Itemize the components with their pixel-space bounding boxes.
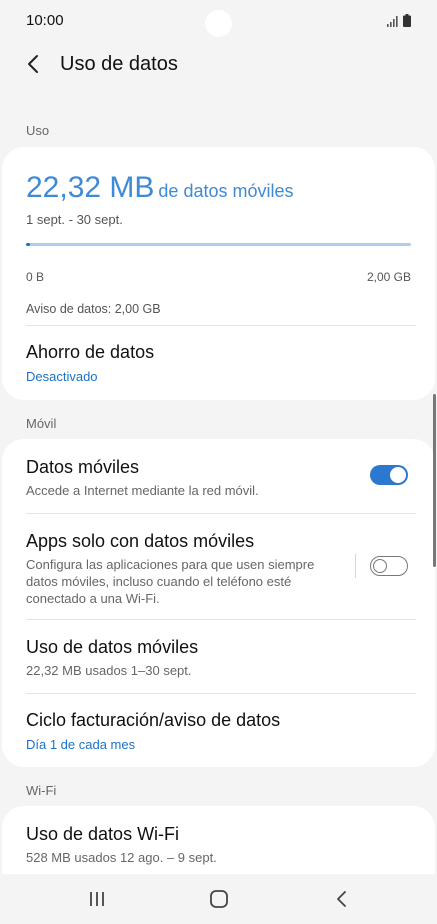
toggle-separator [355, 554, 356, 578]
toggle-knob [390, 467, 406, 483]
mobile-data-toggle[interactable] [370, 465, 408, 485]
billing-cycle-subtitle: Día 1 de cada mes [26, 737, 136, 752]
status-icons [387, 13, 411, 27]
usage-amount: 22,32 MB [26, 171, 155, 204]
data-saver-status: Desactivado [26, 369, 98, 384]
mobile-data-title: Datos móviles [26, 457, 140, 477]
mobile-data-usage-subtitle: 22,32 MB usados 1–30 sept. [26, 663, 192, 678]
navigation-bar [0, 874, 437, 924]
mobile-only-apps-title: Apps solo con datos móviles [26, 531, 255, 551]
back-arrow-icon[interactable] [22, 52, 46, 76]
wifi-data-usage-title: Uso de datos Wi-Fi [26, 824, 180, 844]
camera-cutout [205, 10, 232, 37]
page-title: Uso de datos [60, 53, 178, 75]
data-saver-title: Ahorro de datos [26, 342, 155, 362]
mobile-only-apps-item[interactable]: Apps solo con datos móviles Configura la… [2, 514, 435, 619]
billing-cycle-title: Ciclo facturación/aviso de datos [26, 710, 281, 730]
signal-icon [387, 16, 398, 27]
section-label-uso: Uso [26, 123, 50, 138]
scrollbar[interactable] [433, 394, 436, 567]
home-icon[interactable] [209, 889, 229, 909]
data-saver-item[interactable]: Ahorro de datos Desactivado [2, 326, 435, 400]
usage-progress-bar [26, 243, 411, 246]
mobile-only-apps-subtitle-line1: Configura las aplicaciones para que usen… [26, 557, 315, 572]
mobile-only-apps-subtitle-line3: conectado a una Wi-Fi. [26, 591, 160, 606]
toggle-knob [373, 558, 387, 573]
wifi-data-usage-subtitle: 528 MB usados 12 ago. – 9 sept. [26, 850, 217, 865]
data-warning-text: Aviso de datos: 2,00 GB [26, 302, 161, 316]
mobile-only-apps-toggle[interactable] [370, 556, 408, 576]
wifi-data-usage-item[interactable]: Uso de datos Wi-Fi 528 MB usados 12 ago.… [2, 806, 435, 880]
usage-card: 22,32 MB de datos móviles 1 sept. - 30 se… [2, 147, 435, 400]
billing-cycle-item[interactable]: Ciclo facturación/aviso de datos Día 1 d… [2, 694, 435, 767]
mobile-card: Datos móviles Accede a Internet mediante… [2, 439, 435, 767]
usage-progress-fill [26, 243, 31, 246]
mobile-data-usage-title: Uso de datos móviles [26, 637, 199, 657]
status-bar: 10:00 [0, 0, 437, 44]
usage-max-label: 2,00 GB [366, 270, 411, 284]
battery-icon [403, 14, 411, 27]
mobile-data-subtitle: Accede a Internet mediante la red móvil. [26, 483, 259, 498]
recent-apps-icon[interactable] [86, 888, 108, 910]
section-label-movil: Móvil [26, 416, 57, 431]
back-icon[interactable] [332, 888, 352, 910]
usage-amount-suffix: de datos móviles [158, 181, 294, 201]
mobile-only-apps-subtitle-line2: datos móviles, incluso cuando el teléfon… [26, 574, 292, 589]
mobile-data-usage-item[interactable]: Uso de datos móviles 22,32 MB usados 1–3… [2, 620, 435, 693]
usage-min-label: 0 B [26, 270, 45, 284]
mobile-data-item[interactable]: Datos móviles Accede a Internet mediante… [2, 439, 435, 513]
app-header: Uso de datos [0, 44, 437, 88]
section-label-wifi: Wi-Fi [26, 783, 57, 798]
usage-summary: 22,32 MB de datos móviles [26, 171, 294, 205]
usage-period: 1 sept. - 30 sept. [26, 212, 123, 227]
status-time: 10:00 [26, 12, 64, 29]
